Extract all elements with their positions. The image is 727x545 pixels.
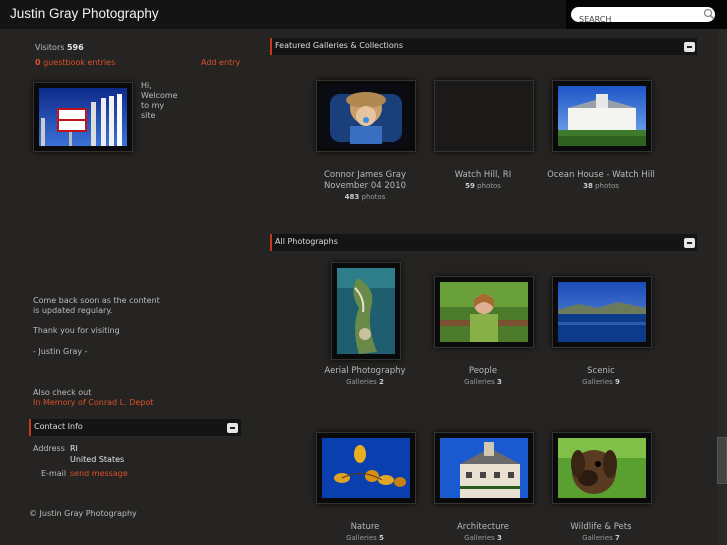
count-value: 7: [615, 534, 620, 542]
count-value: 5: [379, 534, 384, 542]
copyright-text: © Justin Gray Photography: [29, 509, 137, 518]
add-entry-link[interactable]: Add entry: [201, 58, 240, 67]
welcome-line: Hi,: [141, 81, 152, 90]
gallery-thumb[interactable]: [434, 80, 534, 152]
category-count: Galleries 3: [423, 378, 543, 386]
top-bar: Justin Gray Photography: [0, 0, 727, 29]
visitors-line: Visitors 596: [35, 43, 84, 52]
category-count: Galleries 2: [305, 378, 425, 386]
collapse-icon[interactable]: [684, 238, 695, 248]
welcome-line: Welcome: [141, 91, 178, 100]
welcome-text: Hi, Welcome to my site: [141, 81, 178, 121]
category-title[interactable]: Aerial Photography: [305, 366, 425, 377]
count-label: Galleries: [582, 378, 613, 386]
category-thumb[interactable]: [316, 432, 416, 504]
category-title[interactable]: Nature: [305, 522, 425, 533]
count-unit: photos: [595, 182, 619, 190]
aerial-photo: [337, 268, 395, 354]
architecture-photo: [440, 438, 528, 498]
contact-info-header: Contact Info: [29, 419, 241, 436]
dog-photo: [558, 438, 646, 498]
gallery-thumb[interactable]: [316, 80, 416, 152]
featured-header: Featured Galleries & Collections: [270, 38, 697, 55]
address-line1: RI: [70, 444, 78, 453]
guestbook-count: 0: [35, 58, 41, 67]
category-count: Galleries 5: [305, 534, 425, 542]
count-label: Galleries: [464, 534, 495, 542]
baby-photo: [322, 86, 410, 146]
category-title[interactable]: Scenic: [541, 366, 661, 377]
contact-info-title: Contact Info: [34, 422, 83, 431]
count-value: 483: [344, 193, 360, 201]
collapse-icon[interactable]: [684, 42, 695, 52]
count-label: Galleries: [346, 378, 377, 386]
visitors-label: Visitors: [35, 43, 65, 52]
category-count: Galleries 3: [423, 534, 543, 542]
address-line2: United States: [70, 455, 125, 464]
search-area: [566, 0, 727, 29]
message-text: Come back soon as the content is updated…: [33, 296, 160, 316]
gallery-count: 38 photos: [541, 182, 661, 190]
beach-closed-image: [39, 88, 127, 146]
site-title[interactable]: Justin Gray Photography: [10, 6, 159, 21]
email-label: E-mail: [41, 469, 67, 478]
search-input[interactable]: [579, 12, 699, 27]
category-title[interactable]: Wildlife & Pets: [541, 522, 661, 533]
count-value: 59: [465, 182, 475, 190]
welcome-line: to my: [141, 101, 165, 110]
count-unit: photos: [361, 193, 386, 201]
gallery-title[interactable]: Ocean House - Watch Hill: [541, 170, 661, 181]
profile-photo: [33, 82, 133, 152]
welcome-line: site: [141, 111, 156, 120]
thanks-text: Thank you for visiting: [33, 326, 120, 335]
scrollbar-thumb[interactable]: [717, 437, 727, 484]
guestbook-link[interactable]: 0 guestbook entries: [35, 58, 115, 67]
count-value: 3: [497, 378, 502, 386]
send-message-link[interactable]: send message: [70, 469, 128, 478]
category-count: Galleries 7: [541, 534, 661, 542]
count-value: 9: [615, 378, 620, 386]
message-line: is updated regulary.: [33, 306, 113, 315]
collapse-icon[interactable]: [227, 423, 238, 433]
category-count: Galleries 9: [541, 378, 661, 386]
ocean-house-photo: [558, 86, 646, 146]
search-icon[interactable]: [703, 8, 715, 20]
category-title[interactable]: Architecture: [423, 522, 543, 533]
search-box[interactable]: [571, 7, 715, 27]
also-check-text: Also check out: [33, 388, 92, 397]
memorial-link[interactable]: In Memory of Conrad L. Depot: [33, 398, 153, 407]
category-title[interactable]: People: [423, 366, 543, 377]
category-thumb[interactable]: [434, 432, 534, 504]
gallery-title[interactable]: Connor James Gray November 04 2010: [305, 170, 425, 192]
gallery-title-line: Connor James Gray: [324, 170, 406, 180]
all-photographs-header: All Photographs: [270, 234, 697, 251]
category-thumb[interactable]: [331, 262, 401, 360]
category-thumb[interactable]: [552, 276, 652, 348]
category-thumb[interactable]: [434, 276, 534, 348]
message-line: Come back soon as the content: [33, 296, 160, 305]
people-photo: [440, 282, 528, 342]
count-label: Galleries: [464, 378, 495, 386]
signature-text: - Justin Gray -: [33, 347, 88, 356]
gallery-count: 59 photos: [423, 182, 543, 190]
scenic-photo: [558, 282, 646, 342]
gallery-count: 483 photos: [305, 193, 425, 201]
category-thumb[interactable]: [552, 432, 652, 504]
gallery-title[interactable]: Watch Hill, RI: [423, 170, 543, 181]
featured-title: Featured Galleries & Collections: [275, 41, 403, 50]
count-value: 2: [379, 378, 384, 386]
count-unit: photos: [477, 182, 501, 190]
address-label: Address: [33, 444, 65, 453]
count-value: 38: [583, 182, 593, 190]
count-value: 3: [497, 534, 502, 542]
count-label: Galleries: [582, 534, 613, 542]
gallery-title-line: November 04 2010: [323, 181, 407, 191]
guestbook-label: guestbook entries: [43, 58, 116, 67]
visitors-count: 596: [66, 43, 84, 52]
gallery-thumb[interactable]: [552, 80, 652, 152]
all-photographs-title: All Photographs: [275, 237, 338, 246]
nature-photo: [322, 438, 410, 498]
count-label: Galleries: [346, 534, 377, 542]
